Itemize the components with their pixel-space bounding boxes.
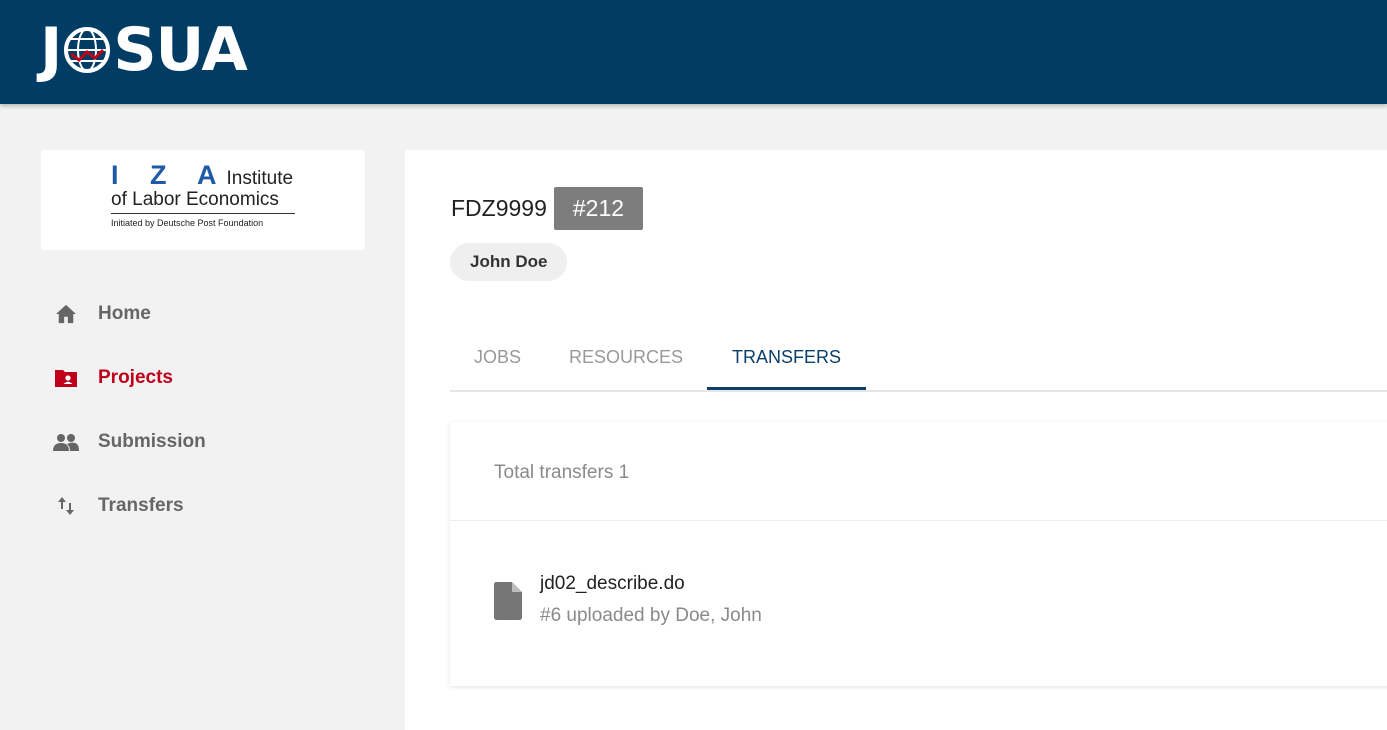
logo-text-left: J bbox=[40, 15, 62, 85]
sidebar-nav: Home Projects Submission Transfers bbox=[41, 282, 365, 538]
iza-letters: I Z A bbox=[111, 160, 229, 190]
iza-logo: I Z A Institute of Labor Economics Initi… bbox=[111, 160, 301, 228]
logo-text-right: SUA bbox=[113, 15, 248, 85]
sidebar-item-label: Home bbox=[98, 303, 151, 324]
organization-logo-card: I Z A Institute of Labor Economics Initi… bbox=[41, 150, 365, 250]
globe-icon bbox=[64, 27, 111, 73]
tab-resources[interactable]: RESOURCES bbox=[545, 328, 707, 390]
swap-vert-icon bbox=[53, 493, 79, 519]
sidebar-item-label: Projects bbox=[98, 367, 173, 388]
people-icon bbox=[53, 429, 79, 455]
iza-line3: Initiated by Deutsche Post Foundation bbox=[111, 218, 264, 228]
home-icon bbox=[53, 301, 79, 327]
tab-jobs[interactable]: JOBS bbox=[450, 328, 545, 390]
top-app-bar: J SUA bbox=[0, 0, 1387, 104]
file-icon bbox=[493, 582, 523, 620]
sidebar-item-projects[interactable]: Projects bbox=[41, 346, 365, 410]
total-transfers-label: Total transfers 1 bbox=[450, 422, 1387, 521]
iza-line2: of Labor Economics bbox=[111, 189, 295, 214]
project-tabs: JOBS RESOURCES TRANSFERS bbox=[450, 328, 1387, 392]
transfer-meta: #6 uploaded by Doe, John bbox=[540, 605, 762, 626]
tab-transfers[interactable]: TRANSFERS bbox=[707, 328, 867, 390]
project-name: FDZ9999 bbox=[451, 195, 547, 221]
transfer-filename[interactable]: jd02_describe.do bbox=[540, 572, 762, 596]
list-item[interactable]: jd02_describe.do #6 uploaded by Doe, Joh… bbox=[493, 572, 762, 627]
sidebar-item-home[interactable]: Home bbox=[41, 282, 365, 346]
project-main-panel: FDZ9999 #212 John Doe JOBS RESOURCES TRA… bbox=[405, 150, 1387, 730]
sidebar-item-submission[interactable]: Submission bbox=[41, 410, 365, 474]
sidebar-item-label: Submission bbox=[98, 431, 206, 452]
project-title: FDZ9999 #212 bbox=[451, 187, 644, 230]
sidebar-item-transfers[interactable]: Transfers bbox=[41, 474, 365, 538]
iza-line1: Institute bbox=[226, 168, 294, 189]
transfers-card: Total transfers 1 jd02_describe.do #6 up… bbox=[450, 422, 1387, 686]
sidebar-item-label: Transfers bbox=[98, 495, 184, 516]
project-folder-icon bbox=[53, 365, 79, 391]
user-chip[interactable]: John Doe bbox=[450, 243, 568, 281]
project-id-badge: #212 bbox=[553, 187, 644, 230]
josua-logo[interactable]: J SUA bbox=[40, 15, 248, 85]
